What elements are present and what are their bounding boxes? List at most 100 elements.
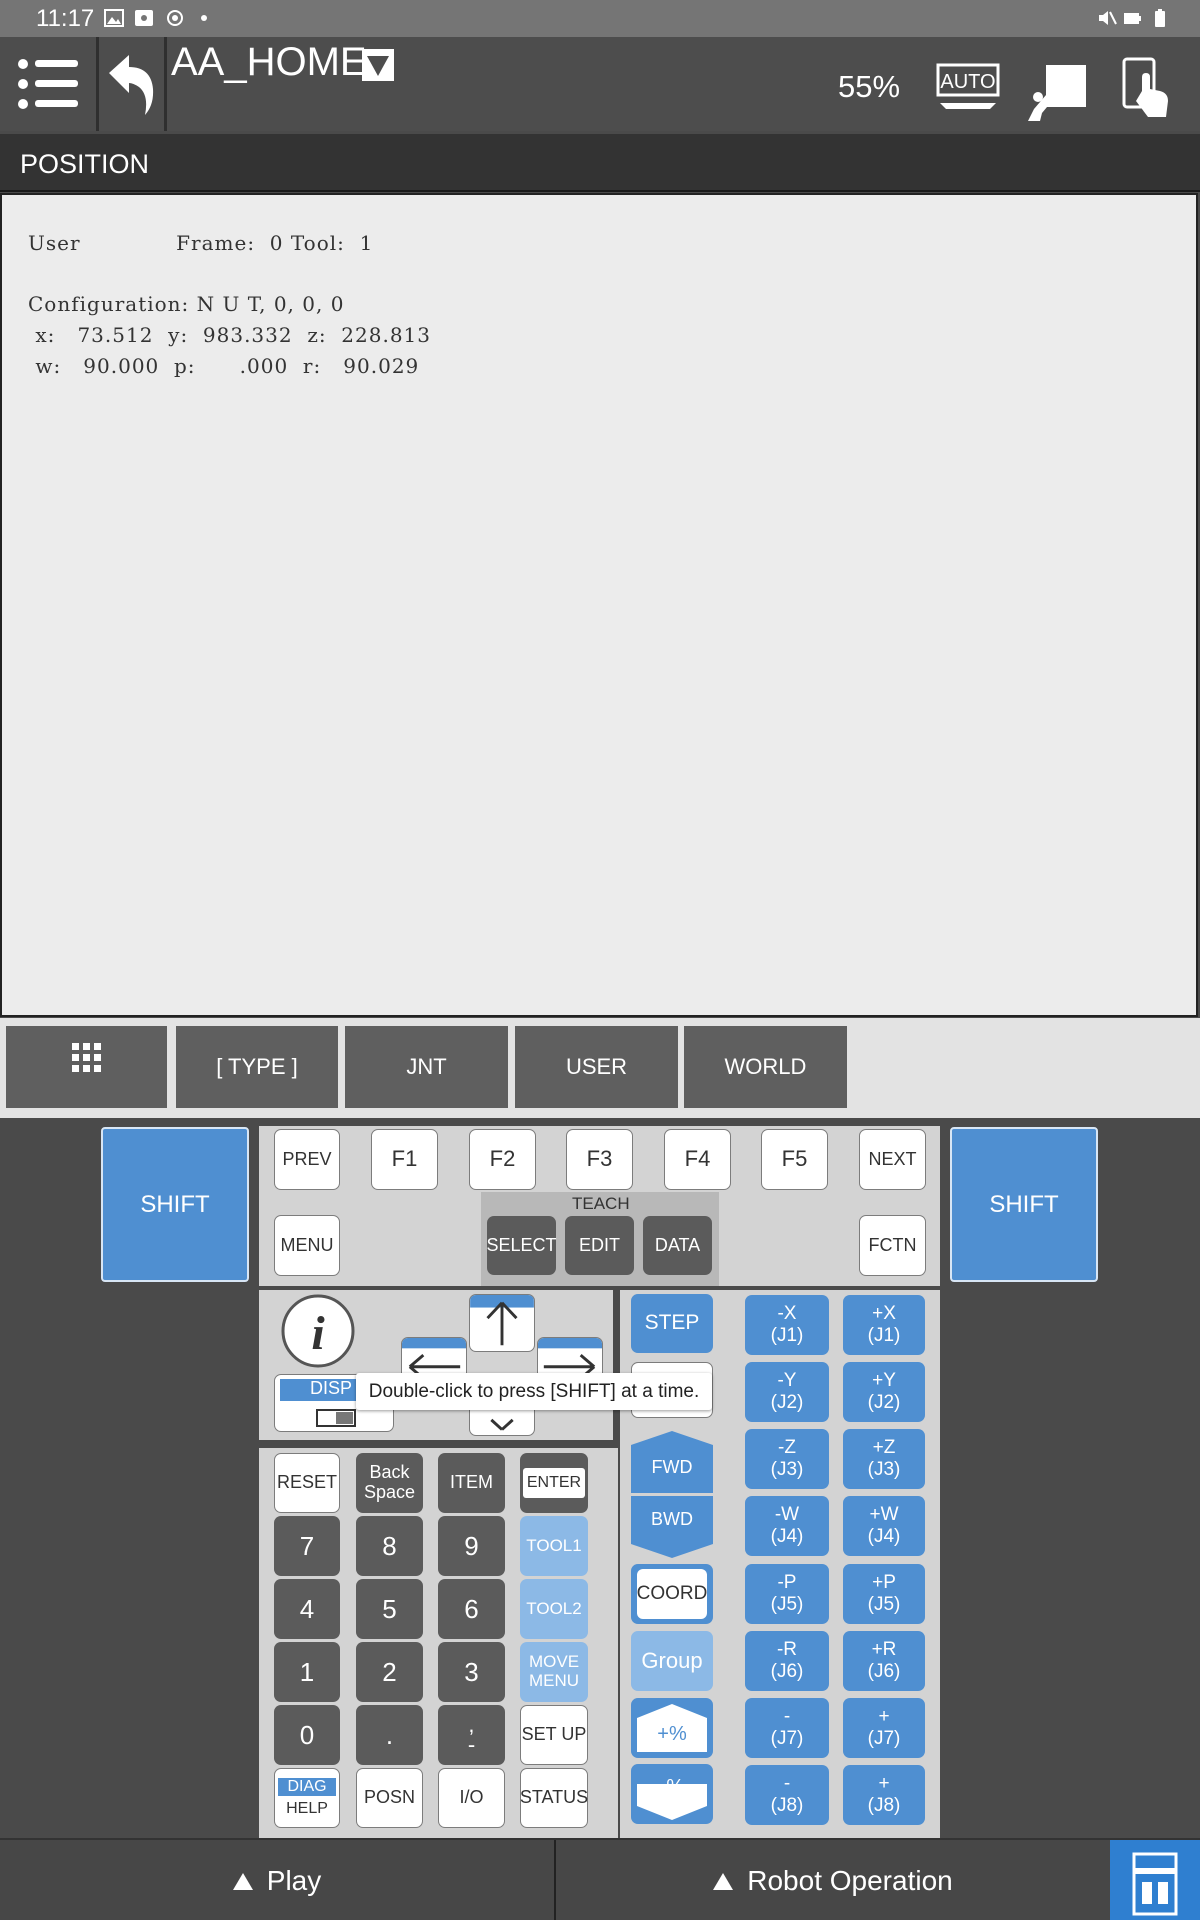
minus-percent-key[interactable]: -% <box>631 1764 713 1824</box>
override-speed[interactable]: 55% <box>838 69 900 105</box>
io-key[interactable]: I/O <box>438 1768 505 1828</box>
touch-enable-icon[interactable] <box>1120 55 1178 121</box>
jog-minus-z-key[interactable]: -Z (J3) <box>745 1429 829 1489</box>
digit-8-key[interactable]: 8 <box>356 1516 423 1576</box>
coord-key[interactable]: COORD <box>631 1564 713 1624</box>
jog-minus-j8-key[interactable]: - (J8) <box>745 1765 829 1825</box>
enter-key[interactable]: ENTER <box>520 1453 588 1513</box>
enter-label: ENTER <box>522 1468 586 1498</box>
program-dropdown-icon[interactable] <box>362 49 394 81</box>
select-key[interactable]: SELECT <box>486 1216 557 1275</box>
program-name[interactable]: AA_HOME <box>171 40 367 85</box>
move-menu-key[interactable]: MOVE MENU <box>520 1642 588 1702</box>
screen-menu-button[interactable] <box>6 1026 167 1108</box>
comma-minus-key[interactable]: , - <box>438 1705 505 1765</box>
f4-key[interactable]: F4 <box>664 1129 731 1190</box>
jog-minus-p-key[interactable]: -P (J5) <box>745 1564 829 1624</box>
item-key[interactable]: ITEM <box>438 1453 505 1513</box>
tool1-key[interactable]: TOOL1 <box>520 1516 588 1576</box>
fctn-key[interactable]: FCTN <box>859 1215 926 1276</box>
reset-key[interactable]: RESET <box>274 1453 340 1513</box>
jog-minus-w-key[interactable]: -W (J4) <box>745 1496 829 1556</box>
fkey-user[interactable]: USER <box>515 1026 678 1108</box>
digit-7-key[interactable]: 7 <box>274 1516 340 1576</box>
digit-6-key[interactable]: 6 <box>438 1579 505 1639</box>
digit-3-key[interactable]: 3 <box>438 1642 505 1702</box>
fkey-type[interactable]: [ TYPE ] <box>176 1026 338 1108</box>
diag-help-key[interactable]: DIAG HELP <box>274 1768 340 1828</box>
coord-label: COORD <box>637 1569 707 1619</box>
jog-plus-j8-key[interactable]: + (J8) <box>843 1765 925 1825</box>
f3-key[interactable]: F3 <box>566 1129 633 1190</box>
decimal-point-key[interactable]: . <box>356 1705 423 1765</box>
digit-5-key[interactable]: 5 <box>356 1579 423 1639</box>
teach-pendant-keypad: SHIFT SHIFT PREV F1 F2 F3 F4 F5 NEXT MEN… <box>0 1118 1200 1920</box>
plus-percent-key[interactable]: +% <box>631 1698 713 1758</box>
clock: 11:17 <box>36 5 95 32</box>
app-header: AA_HOME 55% AUTO <box>0 37 1200 131</box>
jog-plus-r-key[interactable]: +R (J6) <box>843 1631 925 1691</box>
jog-plus-w-key[interactable]: +W (J4) <box>843 1496 925 1556</box>
jog-minus-j7-key[interactable]: - (J7) <box>745 1698 829 1758</box>
battery-saver-icon <box>1124 13 1141 24</box>
info-icon[interactable]: i <box>280 1293 356 1369</box>
header-divider <box>164 37 167 131</box>
back-button[interactable] <box>99 37 165 131</box>
data-key[interactable]: DATA <box>643 1216 712 1275</box>
configuration-line: Configuration: N U T, 0, 0, 0 <box>28 292 345 316</box>
robot-pendant-icon[interactable] <box>1024 61 1088 127</box>
pendant-layout-icon <box>1132 1852 1178 1916</box>
edit-key[interactable]: EDIT <box>565 1216 634 1275</box>
f2-key[interactable]: F2 <box>469 1129 536 1190</box>
bwd-key[interactable]: BWD <box>631 1496 713 1558</box>
svg-text:BWD: BWD <box>651 1509 693 1529</box>
jog-plus-z-key[interactable]: +Z (J3) <box>843 1429 925 1489</box>
xyz-line: x: 73.512 y: 983.332 z: 228.813 <box>28 323 432 347</box>
f1-key[interactable]: F1 <box>371 1129 438 1190</box>
shift-left-button[interactable]: SHIFT <box>101 1127 249 1282</box>
digit-4-key[interactable]: 4 <box>274 1579 340 1639</box>
digit-2-key[interactable]: 2 <box>356 1642 423 1702</box>
play-button[interactable]: Play <box>0 1840 554 1920</box>
cursor-up-key[interactable] <box>469 1294 535 1352</box>
fkey-jnt[interactable]: JNT <box>345 1026 508 1108</box>
prev-key[interactable]: PREV <box>274 1129 340 1190</box>
step-key[interactable]: STEP <box>631 1294 713 1353</box>
menu-key[interactable]: MENU <box>274 1215 340 1276</box>
function-key-bar: [ TYPE ] JNT USER WORLD <box>0 1018 1200 1118</box>
shift-right-button[interactable]: SHIFT <box>950 1127 1098 1282</box>
fwd-key[interactable]: FWD <box>631 1431 713 1493</box>
notification-dot <box>201 15 207 21</box>
jog-plus-j7-key[interactable]: + (J7) <box>843 1698 925 1758</box>
expand-up-icon <box>713 1872 734 1890</box>
posn-key[interactable]: POSN <box>356 1768 423 1828</box>
setup-key[interactable]: SET UP <box>520 1705 588 1765</box>
menu-button[interactable] <box>0 37 96 131</box>
mute-icon <box>1099 11 1117 25</box>
undo-arrow-icon <box>109 55 154 115</box>
svg-text:AUTO: AUTO <box>940 71 995 93</box>
robot-operation-button[interactable]: Robot Operation <box>556 1840 1110 1920</box>
jog-plus-x-key[interactable]: +X (J1) <box>843 1295 925 1355</box>
pendant-view-button[interactable] <box>1110 1840 1200 1920</box>
digit-1-key[interactable]: 1 <box>274 1642 340 1702</box>
svg-text:+%: +% <box>657 1723 687 1745</box>
next-key[interactable]: NEXT <box>859 1129 926 1190</box>
tool2-key[interactable]: TOOL2 <box>520 1579 588 1639</box>
backspace-key[interactable]: Back Space <box>356 1453 423 1513</box>
sync-icon <box>167 10 183 26</box>
f5-key[interactable]: F5 <box>761 1129 828 1190</box>
group-key[interactable]: Group <box>631 1631 713 1691</box>
status-key[interactable]: STATUS <box>520 1768 588 1828</box>
svg-text:-%: -% <box>660 1776 685 1798</box>
digit-9-key[interactable]: 9 <box>438 1516 505 1576</box>
jog-minus-y-key[interactable]: -Y (J2) <box>745 1362 829 1422</box>
digit-0-key[interactable]: 0 <box>274 1705 340 1765</box>
auto-mode-icon[interactable]: AUTO <box>934 55 1002 111</box>
jog-minus-r-key[interactable]: -R (J6) <box>745 1631 829 1691</box>
jog-plus-y-key[interactable]: +Y (J2) <box>843 1362 925 1422</box>
jog-plus-p-key[interactable]: +P (J5) <box>843 1564 925 1624</box>
jog-minus-x-key[interactable]: -X (J1) <box>745 1295 829 1355</box>
fkey-world[interactable]: WORLD <box>684 1026 847 1108</box>
help-label: HELP <box>286 1800 328 1817</box>
